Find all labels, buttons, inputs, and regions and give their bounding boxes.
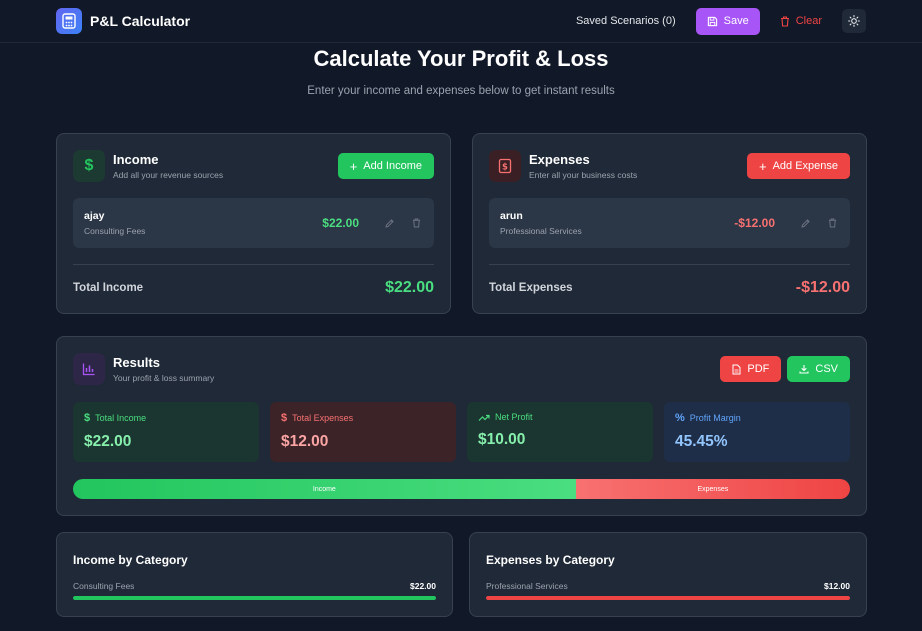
- expenses-title: Expenses: [529, 152, 590, 167]
- category-bar-fill: [486, 596, 850, 600]
- top-bar: P&L Calculator Saved Scenarios (0) Save …: [0, 0, 922, 43]
- add-income-button[interactable]: + Add Income: [337, 153, 434, 179]
- csv-label: CSV: [815, 363, 838, 375]
- stat-value: $22.00: [84, 433, 132, 450]
- clear-label: Clear: [795, 15, 822, 27]
- stat-value: $12.00: [281, 433, 329, 450]
- delete-icon[interactable]: [409, 216, 423, 230]
- expenses-total-row: Total Expenses -$12.00: [489, 276, 850, 300]
- calculator-icon: [56, 8, 82, 34]
- expenses-by-category-panel: Expenses by Category Professional Servic…: [469, 532, 867, 617]
- add-income-label: Add Income: [363, 160, 422, 172]
- expenses-panel: $ Expenses Enter all your business costs…: [472, 133, 867, 314]
- income-by-category-panel: Income by Category Consulting Fees $22.0…: [56, 532, 453, 617]
- edit-icon[interactable]: [799, 216, 813, 230]
- saved-scenarios-link[interactable]: Saved Scenarios (0): [576, 15, 676, 27]
- receipt-icon: $: [489, 150, 521, 182]
- plus-icon: +: [349, 158, 358, 174]
- income-expense-split-bar: Income Expenses: [73, 479, 850, 499]
- expenses-by-category-title: Expenses by Category: [486, 553, 615, 567]
- category-label: Professional Services: [486, 581, 568, 591]
- category-label: Consulting Fees: [73, 581, 135, 591]
- dollar-icon: $: [73, 150, 105, 182]
- results-panel: Results Your profit & loss summary PDF C…: [56, 336, 867, 516]
- profit-margin-stat: % Profit Margin 45.45%: [664, 402, 850, 462]
- trash-icon: [780, 15, 789, 27]
- export-pdf-button[interactable]: PDF: [720, 356, 782, 382]
- total-income-value: $22.00: [385, 279, 434, 296]
- income-total-row: Total Income $22.00: [73, 276, 434, 300]
- save-icon: [707, 16, 717, 26]
- trending-up-icon: [478, 414, 490, 421]
- delete-icon[interactable]: [825, 216, 839, 230]
- total-expenses-value: -$12.00: [795, 279, 850, 296]
- entry-amount: $22.00: [322, 216, 359, 230]
- category-value: $22.00: [410, 581, 436, 591]
- results-subtitle: Your profit & loss summary: [113, 373, 215, 383]
- page-title: Calculate Your Profit & Loss: [313, 46, 609, 71]
- total-income-stat: $ Total Income $22.00: [73, 402, 259, 462]
- add-expense-label: Add Expense: [772, 160, 838, 172]
- income-entry: ajay Consulting Fees $22.00: [73, 198, 434, 248]
- net-profit-stat: Net Profit $10.00: [467, 402, 653, 462]
- add-expense-button[interactable]: + Add Expense: [746, 153, 850, 179]
- divider: [73, 264, 434, 265]
- entry-category: Professional Services: [500, 226, 582, 236]
- stat-label: Total Expenses: [292, 413, 354, 423]
- entry-amount: -$12.00: [734, 216, 775, 230]
- category-bar-track: [73, 596, 436, 600]
- save-label: Save: [723, 15, 749, 27]
- expense-entry: arun Professional Services -$12.00: [489, 198, 850, 248]
- dollar-icon: $: [281, 412, 288, 424]
- brand[interactable]: P&L Calculator: [56, 8, 190, 34]
- total-expenses-stat: $ Total Expenses $12.00: [270, 402, 456, 462]
- income-by-category-title: Income by Category: [73, 553, 188, 567]
- income-segment: Income: [73, 479, 576, 499]
- divider: [489, 264, 850, 265]
- income-title: Income: [113, 152, 159, 167]
- download-icon: [799, 365, 809, 374]
- svg-text:$: $: [502, 162, 508, 172]
- total-expenses-label: Total Expenses: [489, 282, 573, 294]
- app-title: P&L Calculator: [90, 13, 191, 29]
- edit-icon[interactable]: [383, 216, 397, 230]
- page-subtitle: Enter your income and expenses below to …: [307, 85, 615, 97]
- theme-toggle-button[interactable]: [842, 9, 866, 33]
- stat-label: Net Profit: [495, 412, 533, 422]
- export-csv-button[interactable]: CSV: [787, 356, 850, 382]
- dollar-icon: $: [84, 412, 91, 424]
- category-bar-fill: [73, 596, 436, 600]
- category-value: $12.00: [824, 581, 850, 591]
- bar-chart-icon: [73, 353, 105, 385]
- plus-icon: +: [758, 158, 767, 174]
- income-subtitle: Add all your revenue sources: [113, 170, 224, 180]
- category-row: Consulting Fees $22.00: [73, 581, 436, 591]
- save-button[interactable]: Save: [695, 7, 760, 35]
- stat-label: Total Income: [95, 413, 147, 423]
- sun-icon: [848, 15, 860, 27]
- results-title: Results: [113, 355, 160, 370]
- percent-icon: %: [675, 412, 685, 424]
- entry-name: arun: [500, 210, 523, 222]
- entry-name: ajay: [84, 210, 105, 222]
- category-row: Professional Services $12.00: [486, 581, 850, 591]
- stat-value: $10.00: [478, 431, 526, 448]
- expenses-subtitle: Enter all your business costs: [529, 170, 638, 180]
- stat-label: Profit Margin: [689, 413, 741, 423]
- expenses-segment: Expenses: [575, 479, 850, 499]
- category-bar-track: [486, 596, 850, 600]
- clear-button[interactable]: Clear: [770, 8, 832, 35]
- income-panel: $ Income Add all your revenue sources + …: [56, 133, 451, 314]
- file-icon: [732, 364, 741, 374]
- pdf-label: PDF: [747, 363, 770, 375]
- stat-value: 45.45%: [675, 433, 728, 450]
- entry-category: Consulting Fees: [84, 226, 146, 236]
- total-income-label: Total Income: [73, 282, 144, 294]
